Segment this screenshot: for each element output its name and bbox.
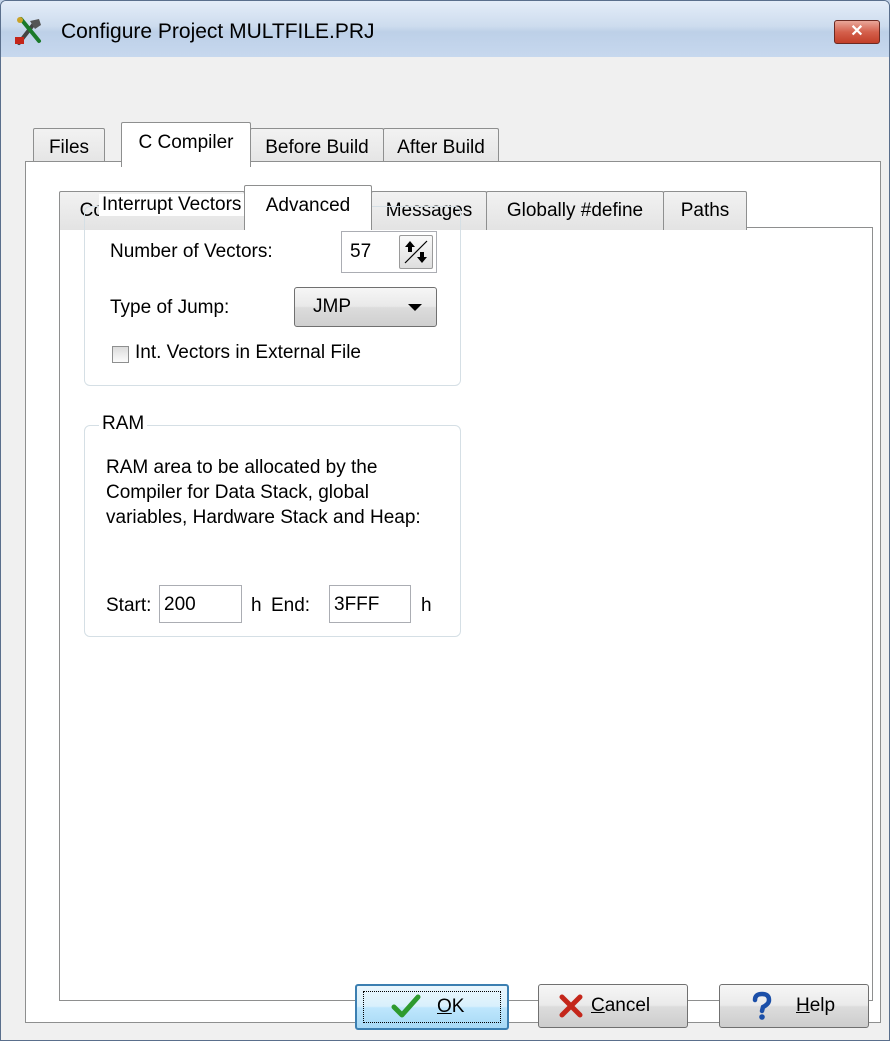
type-of-jump-select[interactable]: JMP [294, 287, 437, 327]
chevron-down-icon [408, 304, 422, 311]
ram-end-unit: h [421, 595, 432, 616]
question-icon [752, 991, 772, 1020]
check-icon [391, 994, 421, 1018]
tab-advanced[interactable]: Advanced [244, 185, 372, 230]
ram-description: RAM area to be allocated by the Compiler… [106, 457, 421, 528]
spin-arrows-icon [404, 240, 428, 264]
number-of-vectors-value[interactable]: 57 [350, 241, 371, 263]
ram-end-label: End: [271, 595, 311, 616]
ram-start-input[interactable]: 200 [159, 585, 242, 623]
type-of-jump-label: Type of Jump: [110, 297, 230, 318]
focus-outline [363, 991, 501, 1023]
cancel-label: Cancel [591, 995, 651, 1016]
help-label: Help [796, 995, 836, 1016]
configure-project-dialog: Configure Project MULTFILE.PRJ ✕ Files C… [0, 0, 890, 1041]
spin-up-down-button[interactable] [399, 235, 433, 269]
cancel-button[interactable]: Cancel [538, 984, 688, 1028]
ram-start-label: Start: [106, 595, 152, 616]
type-of-jump-value: JMP [313, 296, 351, 317]
window-title: Configure Project MULTFILE.PRJ [61, 20, 375, 43]
external-vectors-checkbox[interactable] [112, 346, 129, 363]
title-bar[interactable]: Configure Project MULTFILE.PRJ ✕ [1, 1, 889, 57]
x-icon [559, 994, 583, 1018]
external-vectors-label[interactable]: Int. Vectors in External File [135, 342, 361, 364]
ok-label: OK [437, 996, 465, 1017]
ok-button[interactable]: OK [355, 984, 509, 1030]
number-of-vectors-label: Number of Vectors: [110, 241, 273, 262]
ram-legend: RAM [99, 413, 148, 435]
app-tools-icon [15, 17, 41, 45]
ram-start-unit: h [251, 595, 262, 616]
tab-paths[interactable]: Paths [663, 191, 747, 230]
help-button[interactable]: Help [719, 984, 869, 1028]
close-button[interactable]: ✕ [834, 20, 880, 44]
tab-c-compiler[interactable]: C Compiler [121, 122, 251, 167]
number-of-vectors-spinner[interactable]: 57 [341, 231, 437, 273]
tab-globally-define[interactable]: Globally #define [486, 191, 664, 230]
ram-end-input[interactable]: 3FFF [329, 585, 411, 623]
